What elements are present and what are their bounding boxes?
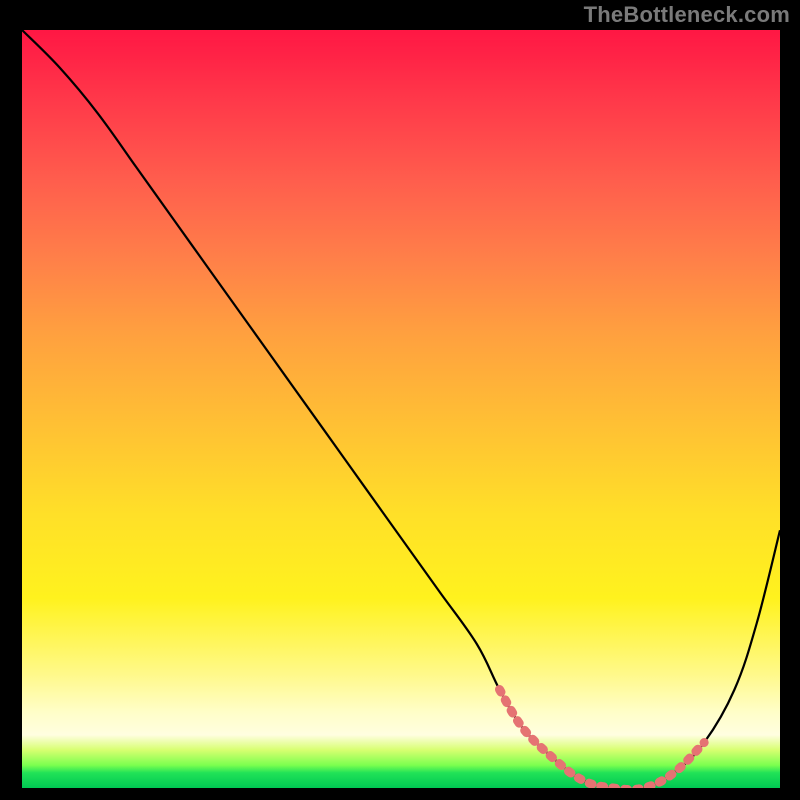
watermark-text: TheBottleneck.com: [584, 2, 790, 28]
bottleneck-curve: [22, 30, 780, 788]
chart-plot-area: [22, 30, 780, 788]
curve-line: [22, 30, 780, 788]
curve-highlight: [500, 690, 705, 789]
